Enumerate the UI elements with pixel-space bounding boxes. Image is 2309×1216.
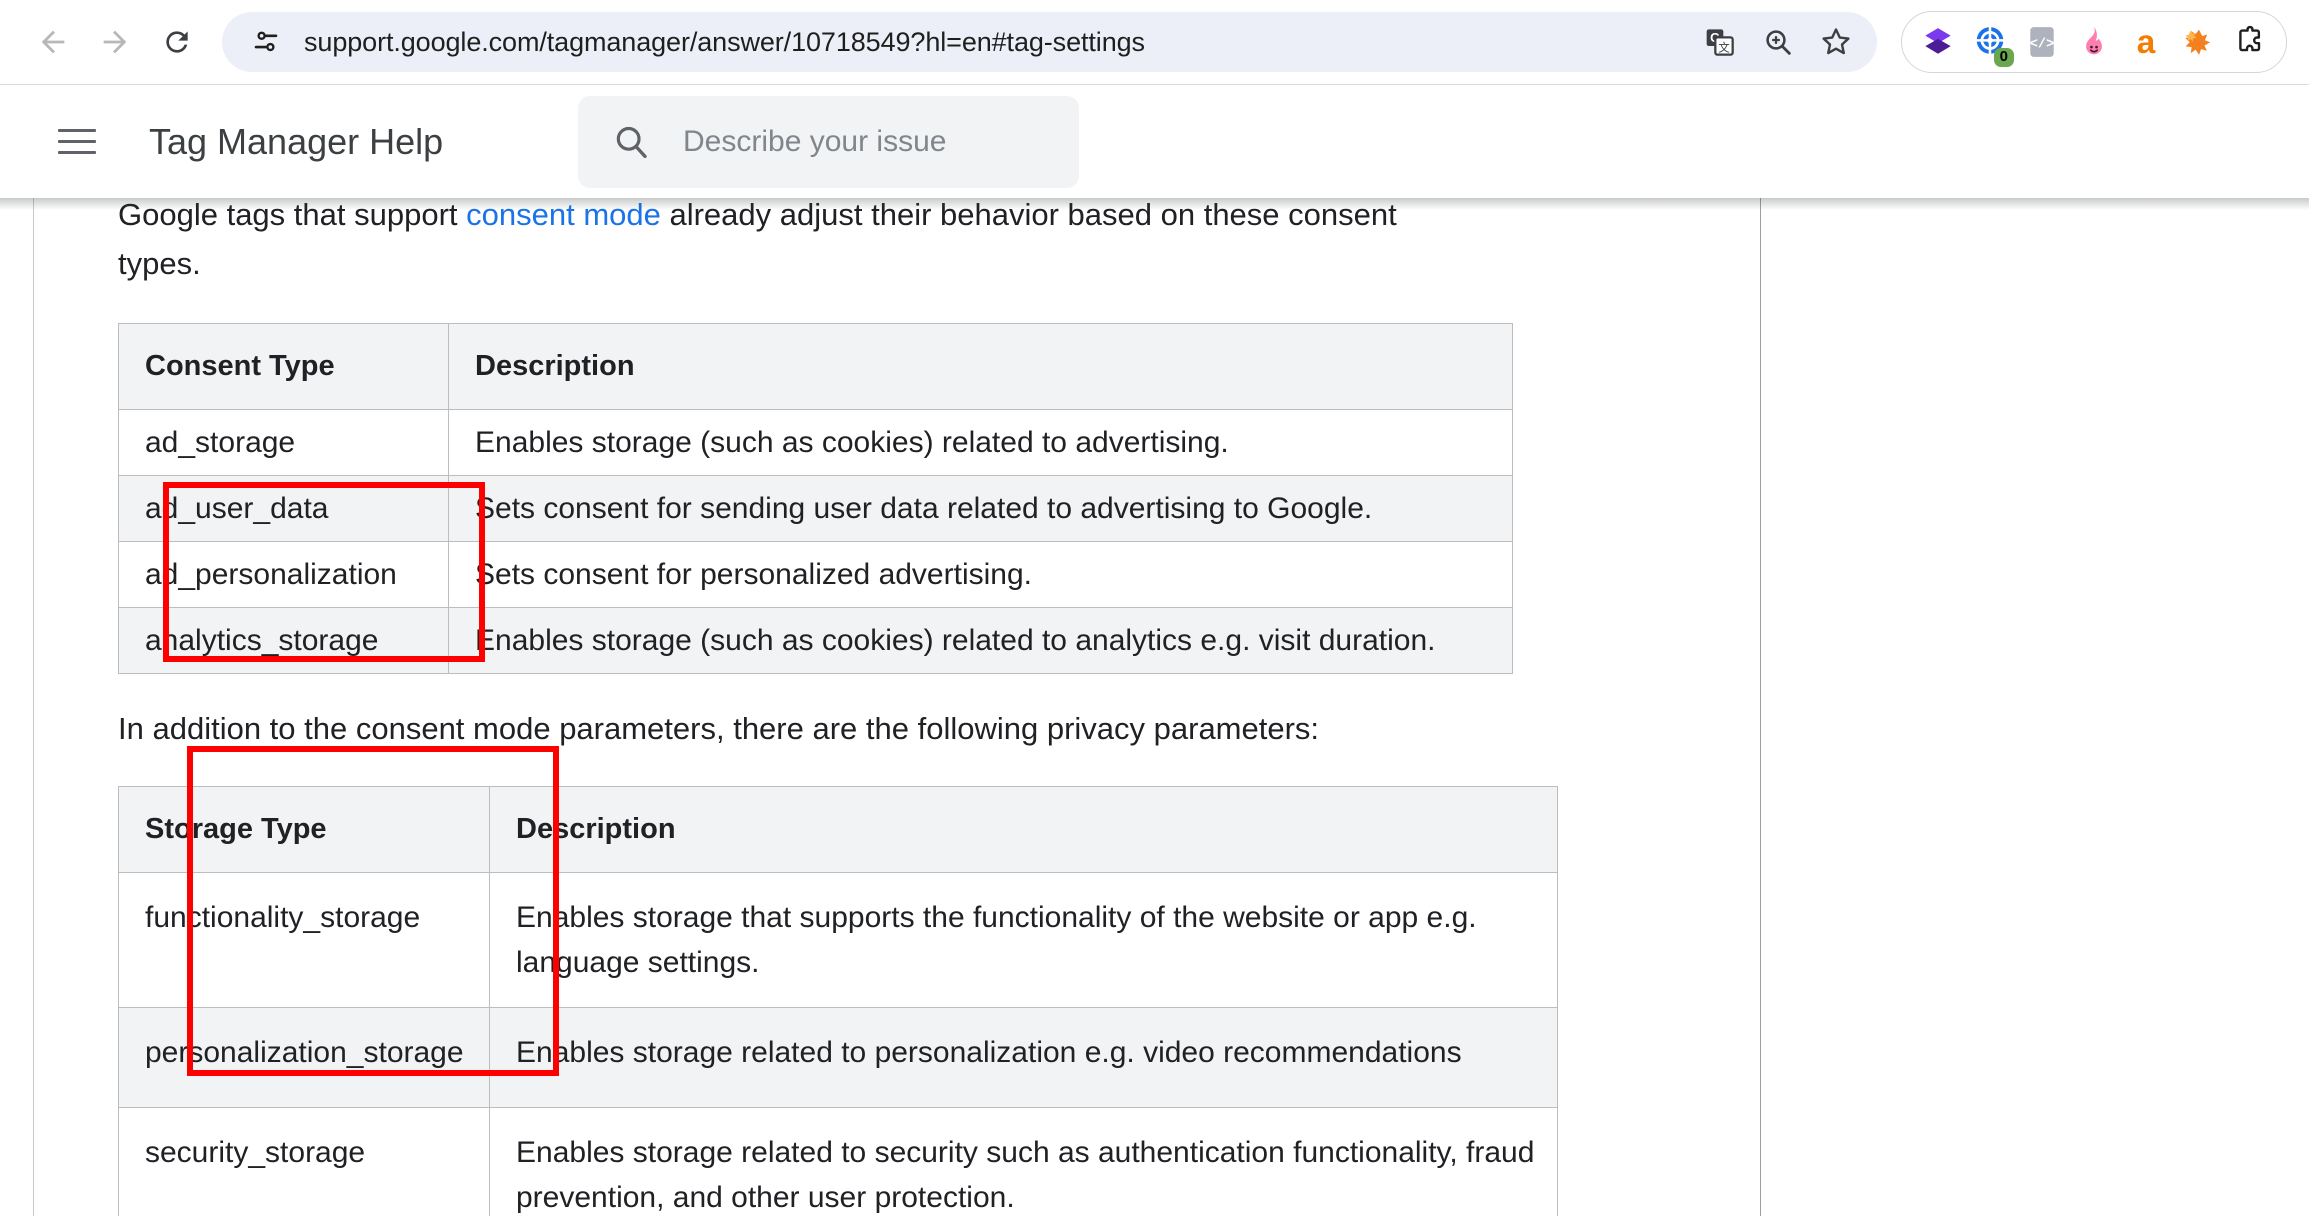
reload-button[interactable] bbox=[146, 11, 208, 73]
table-row: security_storage Enables storage related… bbox=[118, 1107, 1558, 1216]
table-row: ad_storage Enables storage (such as cook… bbox=[118, 409, 1513, 476]
translate-icon: G 文 bbox=[1706, 29, 1734, 56]
table-row: ad_personalization Sets consent for pers… bbox=[118, 541, 1513, 608]
column-header-description: Description bbox=[448, 323, 1513, 410]
consent-type-cell: analytics_storage bbox=[118, 607, 449, 674]
svg-text:</>: </> bbox=[2030, 37, 2055, 52]
purple-diamond-extension-icon[interactable] bbox=[1912, 13, 1964, 71]
storage-type-cell: personalization_storage bbox=[118, 1007, 490, 1108]
arrow-right-icon bbox=[103, 30, 127, 54]
description-cell: Sets consent for sending user data relat… bbox=[448, 475, 1513, 542]
url-text[interactable]: support.google.com/tagmanager/answer/107… bbox=[304, 27, 1693, 58]
svg-text:文: 文 bbox=[1718, 40, 1729, 54]
description-cell: Enables storage related to security such… bbox=[489, 1107, 1558, 1216]
reload-icon bbox=[166, 31, 188, 53]
column-header-consent-type: Consent Type bbox=[118, 323, 449, 410]
browser-toolbar: support.google.com/tagmanager/answer/107… bbox=[0, 0, 2309, 84]
storage-type-cell: functionality_storage bbox=[118, 872, 490, 1008]
svg-text:a: a bbox=[2137, 24, 2156, 61]
article-body: Google tags that support consent mode al… bbox=[0, 198, 2309, 1216]
article-content: Google tags that support consent mode al… bbox=[0, 198, 1760, 1216]
table-row: ad_user_data Sets consent for sending us… bbox=[118, 475, 1513, 542]
search-input[interactable]: Describe your issue bbox=[578, 96, 1079, 188]
arrow-left-icon bbox=[41, 30, 65, 54]
description-cell: Enables storage that supports the functi… bbox=[489, 872, 1558, 1008]
translate-button[interactable]: G 文 bbox=[1693, 15, 1747, 69]
zoom-button[interactable] bbox=[1751, 15, 1805, 69]
blue-target-extension-icon[interactable]: 0 bbox=[1964, 13, 2016, 71]
orange-a-extension-icon[interactable]: a bbox=[2120, 13, 2172, 71]
privacy-parameters-paragraph: In addition to the consent mode paramete… bbox=[118, 711, 1320, 746]
address-bar[interactable]: support.google.com/tagmanager/answer/107… bbox=[222, 12, 1877, 72]
consent-type-cell: ad_user_data bbox=[118, 475, 449, 542]
description-cell: Enables storage (such as cookies) relate… bbox=[448, 607, 1513, 674]
description-cell: Sets consent for personalized advertisin… bbox=[448, 541, 1513, 608]
table-row: analytics_storage Enables storage (such … bbox=[118, 607, 1513, 674]
extensions-group: 0 </> a bbox=[1901, 11, 2287, 73]
description-cell: Enables storage related to personalizati… bbox=[489, 1007, 1558, 1108]
storage-types-table: Storage Type Description functionality_s… bbox=[118, 786, 1558, 1216]
bookmark-star-icon bbox=[1822, 28, 1850, 55]
table-header-row: Consent Type Description bbox=[118, 323, 1513, 410]
consent-type-cell: ad_storage bbox=[118, 409, 449, 476]
storage-type-cell: security_storage bbox=[118, 1107, 490, 1216]
table-header-row: Storage Type Description bbox=[118, 786, 1558, 873]
help-page-header: Tag Manager Help Describe your issue bbox=[0, 85, 2309, 198]
zoom-icon bbox=[1766, 30, 1791, 55]
table-row: functionality_storage Enables storage th… bbox=[118, 872, 1558, 1008]
pink-flame-extension-icon[interactable] bbox=[2068, 13, 2120, 71]
consent-type-cell: ad_personalization bbox=[118, 541, 449, 608]
column-header-description: Description bbox=[489, 786, 1558, 873]
page-title: Tag Manager Help bbox=[149, 120, 444, 162]
intro-paragraph: Google tags that support consent mode al… bbox=[118, 198, 1438, 288]
orange-leaf-extension-icon[interactable] bbox=[2172, 13, 2224, 71]
table-row: personalization_storage Enables storage … bbox=[118, 1007, 1558, 1108]
description-cell: Enables storage (such as cookies) relate… bbox=[448, 409, 1513, 476]
extension-badge-count: 0 bbox=[1993, 48, 2014, 67]
search-placeholder-text: Describe your issue bbox=[683, 125, 947, 158]
back-button[interactable] bbox=[22, 11, 84, 73]
search-icon bbox=[610, 121, 652, 163]
consent-types-table: Consent Type Description ad_storage Enab… bbox=[118, 323, 1513, 674]
forward-button[interactable] bbox=[84, 11, 146, 73]
hamburger-menu-icon[interactable] bbox=[46, 111, 108, 173]
intro-text-before: Google tags that support bbox=[118, 198, 467, 232]
consent-mode-link[interactable]: consent mode bbox=[466, 198, 661, 232]
bookmark-button[interactable] bbox=[1809, 15, 1863, 69]
right-rail-divider bbox=[1760, 198, 1761, 1216]
column-header-storage-type: Storage Type bbox=[118, 786, 490, 873]
site-settings-button[interactable] bbox=[244, 20, 288, 64]
extensions-puzzle-icon[interactable] bbox=[2224, 13, 2276, 71]
code-brackets-extension-icon[interactable]: </> bbox=[2016, 13, 2068, 71]
site-settings-tune-icon bbox=[254, 31, 278, 52]
omnibox-actions: G 文 bbox=[1693, 15, 1867, 69]
